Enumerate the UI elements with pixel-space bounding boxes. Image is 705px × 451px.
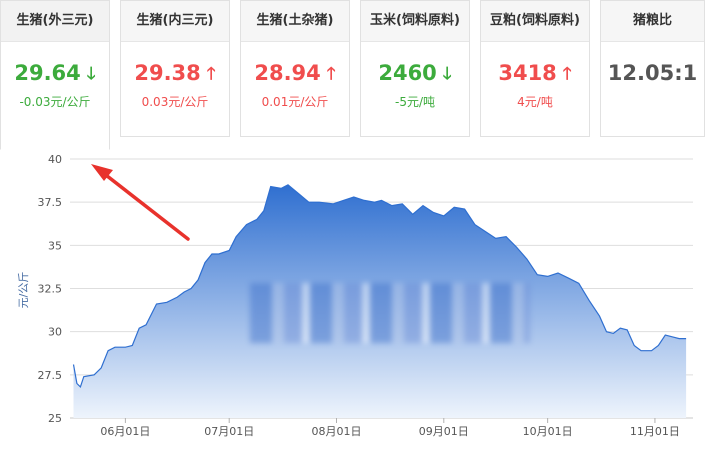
card-change: 0.01元/公斤 [261,95,329,109]
card-title: 生猪(外三元) [1,1,109,42]
y-tick-label: 32.5 [38,283,63,296]
card-price: 12.05:1 [601,59,704,87]
card-change: 4元/吨 [517,95,553,109]
x-axis-ticks: 06月01日 07月01日 08月01日 09月01日 10月01日 11月01日 [100,418,680,438]
annotation-arrow [91,164,190,241]
card-title: 生猪(土杂猪) [241,1,349,42]
card-price: 3418 🡑 [481,59,589,87]
card-change: -0.03元/公斤 [19,95,91,109]
x-tick-label: 08月01日 [312,425,362,438]
price-value: 2460 [378,61,437,85]
card-price: 29.38 🡑 [121,59,229,87]
card-title: 玉米(饲料原料) [361,1,469,42]
y-tick-label: 25 [48,412,62,425]
card-pig-local[interactable]: 生猪(土杂猪) 28.94 🡑 0.01元/公斤 [240,0,350,137]
card-corn[interactable]: 玉米(饲料原料) 2460 🡓 -5元/吨 [360,0,470,137]
y-tick-label: 27.5 [38,369,63,382]
card-price: 28.94 🡑 [241,59,349,87]
price-value: 29.38 [134,61,201,85]
card-price: 2460 🡓 [361,59,469,87]
y-tick-label: 30 [48,326,62,339]
card-change: -5元/吨 [394,95,435,109]
x-tick-label: 07月01日 [204,425,254,438]
y-tick-label: 35 [48,239,62,252]
card-pig-inner[interactable]: 生猪(内三元) 29.38 🡑 0.03元/公斤 [120,0,230,137]
price-value: 29.64 [14,61,81,85]
card-title: 猪粮比 [601,1,704,42]
arrow-down-icon: 🡓 [442,64,452,84]
x-tick-label: 09月01日 [419,425,469,438]
card-title: 豆粕(饲料原料) [481,1,589,42]
price-value: 28.94 [254,61,321,85]
watermark-blur [250,283,530,343]
y-tick-label: 40 [48,153,62,166]
x-tick-label: 11月01日 [630,425,680,438]
card-change: 0.03元/公斤 [141,95,209,109]
card-price: 29.64 🡓 [1,59,109,87]
card-pig-outer[interactable]: 生猪(外三元) 29.64 🡓 -0.03元/公斤 [0,0,110,150]
arrow-up-icon: 🡑 [206,64,216,84]
card-soymeal[interactable]: 豆粕(饲料原料) 3418 🡑 4元/吨 [480,0,590,137]
x-tick-label: 10月01日 [523,425,573,438]
y-axis-ticks: 25 27.5 30 32.5 35 37.5 40 [38,153,63,425]
card-pig-grain-ratio[interactable]: 猪粮比 12.05:1 [600,0,705,137]
price-value: 12.05:1 [607,61,698,85]
y-axis-label: 元/公斤 [17,272,30,309]
price-value: 3418 [498,61,557,85]
arrow-down-icon: 🡓 [86,64,96,84]
card-title: 生猪(内三元) [121,1,229,42]
price-cards: 生猪(外三元) 29.64 🡓 -0.03元/公斤 生猪(内三元) 29.38 🡑 … [0,0,705,150]
arrow-up-icon: 🡑 [562,64,572,84]
x-tick-label: 06月01日 [100,425,150,438]
arrow-up-icon: 🡑 [326,64,336,84]
y-tick-label: 37.5 [38,196,63,209]
